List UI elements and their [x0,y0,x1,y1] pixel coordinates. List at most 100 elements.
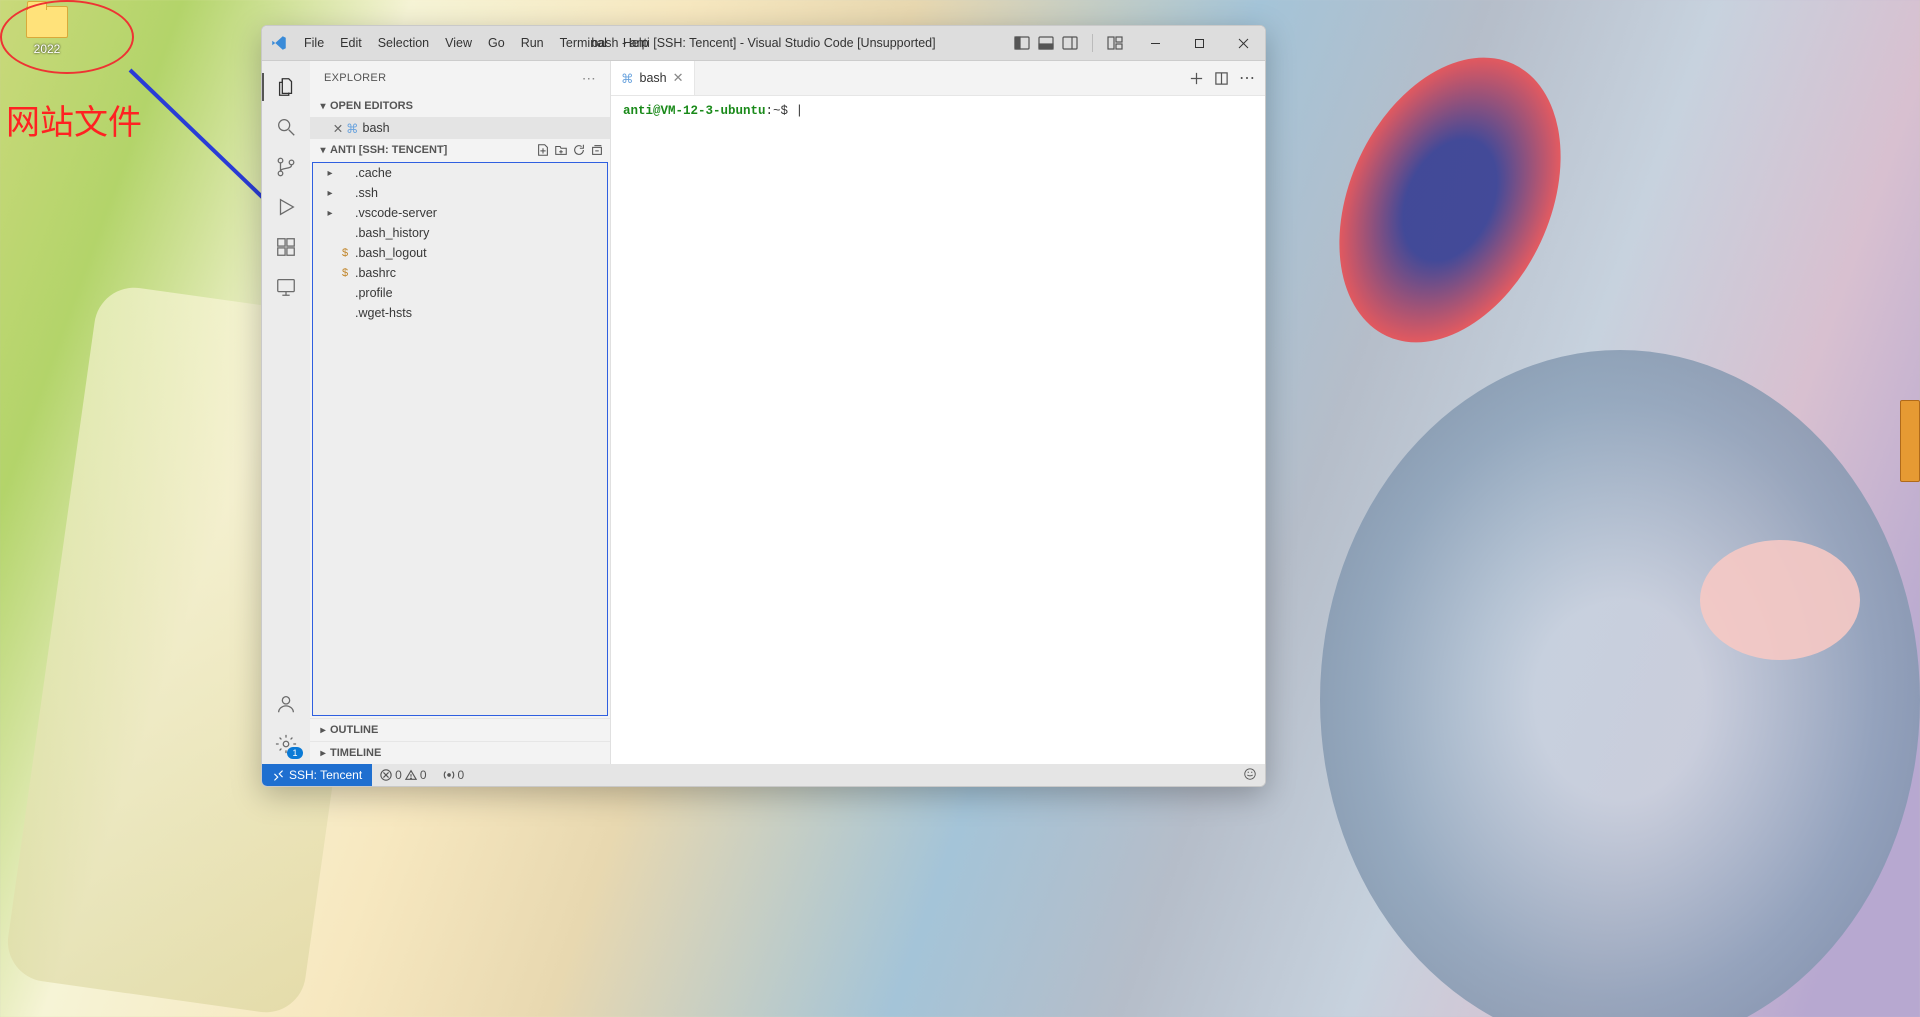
tree-file[interactable]: ▸.profile [313,283,607,303]
error-icon [380,769,392,781]
menu-terminal[interactable]: Terminal [552,26,615,60]
tree-item-label: .vscode-server [355,206,437,220]
desktop-scrollbar[interactable] [1900,400,1920,482]
customize-layout-icon[interactable] [1107,35,1123,51]
workspace-section[interactable]: ▾ ANTI [SSH: TENCENT] [310,139,610,161]
search-icon [275,116,297,138]
activity-accounts[interactable] [262,684,310,724]
window-maximize-button[interactable] [1177,26,1221,60]
window-close-button[interactable] [1221,26,1265,60]
files-icon [275,76,297,98]
menu-bar: File Edit Selection View Go Run Terminal… [296,26,657,60]
antenna-icon [443,769,455,781]
open-editor-bash[interactable]: ✕ ⌘ bash [310,117,610,139]
extensions-icon [275,236,297,258]
tab-bash[interactable]: ⌘ bash ✕ [611,61,695,95]
open-editor-label: bash [363,121,390,135]
chevron-down-icon: ▾ [316,101,330,112]
layout-sidebar-right-icon[interactable] [1062,35,1078,51]
chevron-right-icon: ▸ [316,725,330,736]
editor-area: ⌘ bash ✕ ⋯ anti@VM-12-3-ubuntu:~$ | [611,61,1265,764]
explorer-sidebar: EXPLORER ⋯ ▾ OPEN EDITORS ✕ ⌘ bash ▾ ANT… [310,61,611,764]
titlebar[interactable]: File Edit Selection View Go Run Terminal… [262,26,1265,61]
tree-item-label: .ssh [355,186,378,200]
wallpaper-shape [1296,22,1604,378]
wallpaper-shape [1320,350,1920,1017]
tree-item-label: .bash_logout [355,246,427,260]
editor-tabbar: ⌘ bash ✕ ⋯ [611,61,1265,96]
tree-folder[interactable]: ▸.vscode-server [313,203,607,223]
status-ports[interactable]: 0 [435,768,473,782]
activity-settings[interactable]: 1 [262,724,310,764]
remote-icon [275,276,297,298]
tree-item-label: .cache [355,166,392,180]
refresh-icon[interactable] [572,143,586,157]
editor-ădots-icon[interactable]: ⋯ [1239,68,1255,88]
vscode-logo-icon [262,34,296,52]
activity-source-control[interactable] [262,147,310,187]
window-minimize-button[interactable] [1133,26,1177,60]
new-tab-icon[interactable] [1189,71,1204,86]
terminal-file-icon: ⌘ [621,71,634,86]
annotation-text: 网站文件 [6,95,142,144]
new-folder-icon[interactable] [554,143,568,157]
wallpaper-shape [1700,540,1860,660]
tree-file[interactable]: ▸$.bash_logout [313,243,607,263]
tree-file[interactable]: ▸.wget-hsts [313,303,607,323]
activity-explorer[interactable] [262,67,310,107]
layout-sidebar-left-icon[interactable] [1014,35,1030,51]
outline-section[interactable]: ▸ OUTLINE [310,718,610,741]
open-editors-label: OPEN EDITORS [330,100,413,112]
chevron-right-icon: ▸ [316,748,330,759]
activity-search[interactable] [262,107,310,147]
tree-item-label: .profile [355,286,393,300]
file-icon: $ [337,267,353,279]
status-errors-count: 0 [395,768,402,782]
close-tab-icon[interactable]: ✕ [673,70,684,86]
menu-go[interactable]: Go [480,26,513,60]
tree-item-label: .bashrc [355,266,396,280]
close-editor-icon[interactable]: ✕ [330,121,346,136]
status-remote[interactable]: SSH: Tencent [262,764,372,786]
activity-bar: 1 [262,61,310,764]
tree-file[interactable]: ▸.bash_history [313,223,607,243]
explorer-title: EXPLORER [324,72,386,84]
new-file-icon[interactable] [536,143,550,157]
tree-file[interactable]: ▸$.bashrc [313,263,607,283]
status-ports-count: 0 [458,768,465,782]
menu-edit[interactable]: Edit [332,26,370,60]
menu-help[interactable]: Help [615,26,657,60]
terminal-prompt-user: anti@VM-12-3-ubuntu [623,104,766,118]
menu-selection[interactable]: Selection [370,26,437,60]
collapse-all-icon[interactable] [590,143,604,157]
menu-run[interactable]: Run [513,26,552,60]
feedback-icon[interactable] [1243,767,1257,781]
warning-icon [405,769,417,781]
file-tree[interactable]: ▸ .cache ▸ .ssh ▸.vscode-server▸.bash_histor… [312,162,608,716]
open-editors-section[interactable]: ▾ OPEN EDITORS [310,95,610,117]
tree-item-label: .bash_history [355,226,429,240]
chevron-right-icon: ▸ [323,188,337,199]
vscode-window: File Edit Selection View Go Run Terminal… [261,25,1266,787]
tree-folder[interactable]: ▸ .cache [313,163,607,183]
tree-folder[interactable]: ▸ .ssh [313,183,607,203]
activity-run-debug[interactable] [262,187,310,227]
remote-indicator-icon [272,769,285,782]
separator [1092,34,1093,52]
status-problems[interactable]: 0 0 [372,768,434,782]
terminal[interactable]: anti@VM-12-3-ubuntu:~$ | [611,96,1265,764]
menu-view[interactable]: View [437,26,480,60]
timeline-section[interactable]: ▸ TIMELINE [310,741,610,764]
layout-panel-icon[interactable] [1038,35,1054,51]
explorer-more-icon[interactable]: ⋯ [582,70,596,87]
menu-file[interactable]: File [296,26,332,60]
split-editor-icon[interactable] [1214,71,1229,86]
explorer-header: EXPLORER ⋯ [310,61,610,95]
annotation-ellipse [0,0,134,74]
tab-label: bash [640,71,667,85]
chevron-right-icon: ▸ [323,168,337,179]
status-remote-label: SSH: Tencent [289,768,362,782]
activity-extensions[interactable] [262,227,310,267]
terminal-cursor: | [796,104,804,118]
activity-remote-explorer[interactable] [262,267,310,307]
